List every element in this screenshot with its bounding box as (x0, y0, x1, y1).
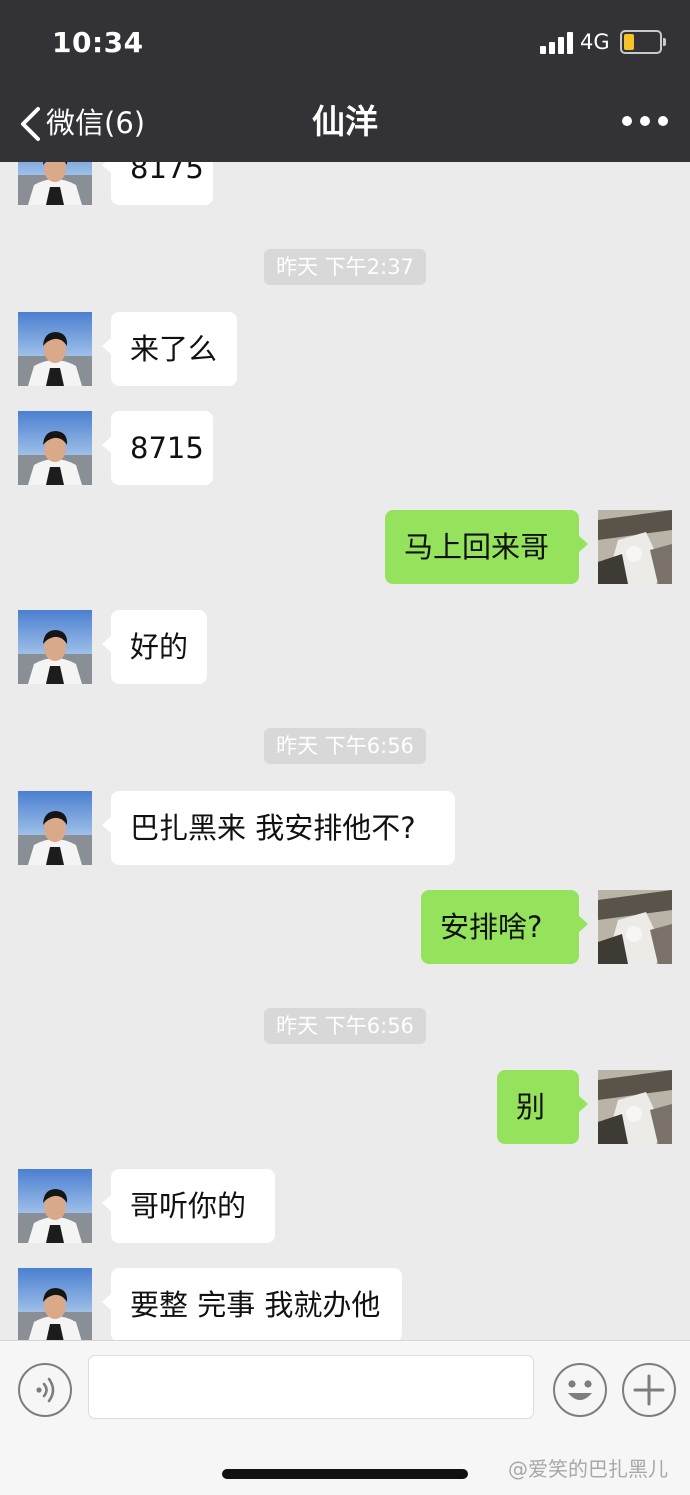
avatar[interactable] (18, 1169, 92, 1243)
emoji-button[interactable] (553, 1363, 607, 1417)
timestamp: 昨天 下午2:37 (264, 249, 426, 285)
avatar[interactable] (18, 312, 92, 386)
message-bubble[interactable]: 马上回来哥 (385, 510, 588, 584)
message-bubble[interactable]: 要整 完事 我就办他 (102, 1268, 402, 1340)
message-bubble[interactable]: 8175 (102, 162, 213, 205)
message-bubble[interactable]: 哥听你的 (102, 1169, 275, 1243)
status-time: 10:34 (52, 26, 144, 59)
avatar[interactable] (18, 1268, 92, 1340)
timestamp: 昨天 下午6:56 (264, 1008, 426, 1044)
signal-icon (540, 30, 574, 54)
avatar[interactable] (18, 162, 92, 205)
avatar[interactable] (598, 890, 672, 964)
timestamp: 昨天 下午6:56 (264, 728, 426, 764)
message-bubble[interactable]: 来了么 (102, 312, 237, 386)
avatar[interactable] (598, 510, 672, 584)
network-label: 4G (580, 30, 610, 54)
input-bar: @爱笑的巴扎黑儿 (0, 1340, 690, 1495)
battery-icon (620, 30, 666, 54)
avatar[interactable] (18, 411, 92, 485)
message-bubble[interactable]: 巴扎黑来 我安排他不? (102, 791, 455, 865)
avatar[interactable] (18, 610, 92, 684)
avatar[interactable] (598, 1070, 672, 1144)
watermark: @爱笑的巴扎黑儿 (508, 1457, 668, 1481)
voice-icon (36, 1377, 55, 1403)
message-input[interactable] (88, 1355, 534, 1419)
more-dots-icon[interactable] (622, 114, 668, 128)
chat-title: 仙洋 (312, 102, 378, 141)
battery-level (624, 34, 634, 50)
message-bubble[interactable]: 别 (497, 1070, 588, 1144)
voice-button[interactable] (18, 1363, 72, 1417)
message-bubble[interactable]: 安排啥? (421, 890, 588, 964)
home-indicator[interactable] (222, 1469, 468, 1479)
emoji-icon (568, 1380, 592, 1400)
message-bubble[interactable]: 8715 (102, 411, 213, 485)
message-bubble[interactable]: 好的 (102, 610, 207, 684)
plus-icon (633, 1374, 665, 1406)
header: 10:34 4G 微信(6) 仙洋 (0, 0, 690, 162)
avatar[interactable] (18, 791, 92, 865)
chat-messages[interactable]: 8175 昨天 下午2:37 来了么 8715 马上回来哥 好的 昨天 下午6:… (0, 162, 690, 1340)
plus-button[interactable] (622, 1363, 676, 1417)
